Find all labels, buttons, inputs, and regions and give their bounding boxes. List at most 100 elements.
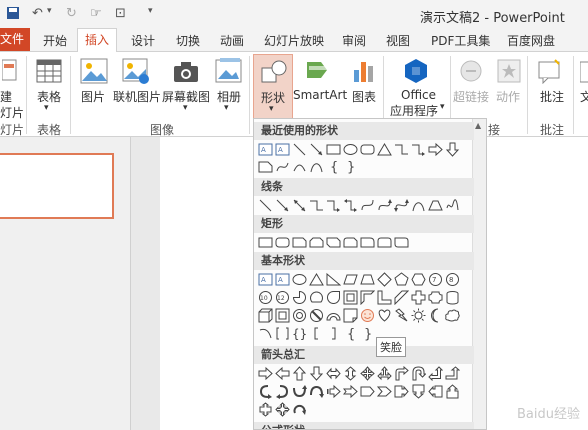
- line-shape-icon[interactable]: [292, 142, 307, 157]
- tab-design[interactable]: 设计: [131, 32, 155, 49]
- curve-shape-icon[interactable]: [411, 198, 426, 213]
- u-turn-arrow-shape-icon[interactable]: [411, 366, 427, 381]
- heart-shape-icon[interactable]: [377, 308, 392, 323]
- frame-shape-icon[interactable]: [343, 290, 358, 305]
- round-single-corner-shape-icon[interactable]: [360, 235, 375, 250]
- curved-arrow-connector-shape-icon[interactable]: [377, 198, 392, 213]
- block-arc-shape-icon[interactable]: [326, 308, 341, 323]
- new-slide-button[interactable]: 建: [0, 88, 12, 105]
- right-arrow-callout-shape-icon[interactable]: [394, 384, 409, 399]
- can-shape-icon[interactable]: [445, 290, 460, 305]
- sun-shape-icon[interactable]: [411, 308, 426, 323]
- snip-round-shape-icon[interactable]: [343, 235, 358, 250]
- elbow-arrow-shape-icon[interactable]: [326, 198, 341, 213]
- bevel-shape-icon[interactable]: [275, 308, 290, 323]
- office-apps-dropdown-icon[interactable]: ▾: [440, 102, 445, 112]
- pentagon-shape-icon[interactable]: [394, 272, 409, 287]
- right-brace-shape-icon[interactable]: }: [360, 326, 375, 342]
- diamond-shape-icon[interactable]: [377, 272, 392, 287]
- text-box-shape-icon[interactable]: A: [258, 142, 273, 157]
- striped-right-arrow-shape-icon[interactable]: [326, 384, 341, 399]
- teardrop-shape-icon[interactable]: [326, 290, 341, 305]
- tab-insert[interactable]: 插入: [77, 28, 117, 52]
- donut-shape-icon[interactable]: [292, 308, 307, 323]
- right-bracket-shape-icon[interactable]: [326, 326, 341, 341]
- pie-shape-icon[interactable]: [292, 290, 307, 305]
- undo-dropdown-icon[interactable]: ▾: [47, 6, 52, 16]
- text-button[interactable]: 文: [580, 88, 588, 105]
- snip-rect-shape-icon[interactable]: [258, 159, 273, 174]
- moon-shape-icon[interactable]: [428, 308, 443, 323]
- left-right-arrow-shape-icon[interactable]: [326, 366, 341, 381]
- picture-button[interactable]: 图片: [81, 88, 105, 105]
- plus-shape-icon[interactable]: [411, 290, 426, 305]
- right-brace-shape-icon[interactable]: }: [343, 159, 358, 175]
- left-brace-shape-icon[interactable]: {: [326, 159, 341, 175]
- tab-file[interactable]: 文件: [0, 28, 30, 51]
- hyperlink-button[interactable]: 超链接: [453, 88, 489, 105]
- up-arrow-shape-icon[interactable]: [292, 366, 307, 381]
- curved-down-arrow-shape-icon[interactable]: [309, 384, 324, 399]
- rounded-rect-shape-icon[interactable]: [360, 142, 375, 157]
- curved-connector-shape-icon[interactable]: [360, 198, 375, 213]
- curved-up-arrow-shape-icon[interactable]: [292, 384, 307, 399]
- save-icon[interactable]: [6, 6, 20, 24]
- triangle-shape-icon[interactable]: [309, 272, 324, 287]
- freeform-shape-icon[interactable]: [428, 198, 443, 213]
- folded-corner-shape-icon[interactable]: [343, 308, 358, 323]
- snip-same-side-shape-icon[interactable]: [309, 235, 324, 250]
- elbow-double-arrow-shape-icon[interactable]: [343, 198, 358, 213]
- plaque-shape-icon[interactable]: [428, 290, 443, 305]
- left-arrow-callout-shape-icon[interactable]: [428, 384, 443, 399]
- smiley-face-shape-icon[interactable]: [360, 308, 375, 323]
- curved-right-arrow-shape-icon[interactable]: [258, 384, 273, 399]
- decagon-shape-icon[interactable]: 10: [258, 290, 273, 305]
- snip-single-corner-shape-icon[interactable]: [292, 235, 307, 250]
- arc-shape-icon[interactable]: [292, 159, 307, 174]
- triangle-shape-icon[interactable]: [377, 142, 392, 157]
- chord-shape-icon[interactable]: [309, 290, 324, 305]
- scribble-shape-icon[interactable]: [445, 198, 460, 213]
- elbow-connector-shape-icon[interactable]: [309, 198, 324, 213]
- tab-review[interactable]: 审阅: [342, 32, 366, 49]
- double-arrow-line-shape-icon[interactable]: [292, 198, 307, 213]
- tab-pdf-tools[interactable]: PDF工具集: [431, 32, 490, 49]
- oval-shape-icon[interactable]: [343, 142, 358, 157]
- freeform-shape-icon[interactable]: [275, 159, 290, 174]
- scroll-up-icon[interactable]: ▲: [475, 121, 481, 130]
- customize-icon[interactable]: ⊡: [115, 6, 126, 21]
- octagon-shape-icon[interactable]: 8: [445, 272, 460, 287]
- heptagon-shape-icon[interactable]: 7: [428, 272, 443, 287]
- text-box-shape-icon[interactable]: A: [258, 272, 273, 287]
- double-bracket-shape-icon[interactable]: [275, 326, 290, 341]
- left-brace-shape-icon[interactable]: {: [343, 326, 358, 342]
- redo-icon[interactable]: ↻: [66, 6, 77, 21]
- left-bracket-shape-icon[interactable]: [309, 326, 324, 341]
- cloud-shape-icon[interactable]: [445, 308, 460, 323]
- elbow-connector-shape-icon[interactable]: [394, 142, 409, 157]
- vertical-text-box-shape-icon[interactable]: A: [275, 142, 290, 157]
- tab-view[interactable]: 视图: [386, 32, 410, 49]
- dodecagon-shape-icon[interactable]: 12: [275, 290, 290, 305]
- comment-button[interactable]: 批注: [540, 88, 564, 105]
- screenshot-dropdown-icon[interactable]: ▾: [183, 103, 188, 113]
- action-button[interactable]: 动作: [496, 88, 520, 105]
- table-button[interactable]: 表格: [37, 88, 61, 105]
- l-shape-icon[interactable]: [377, 290, 392, 305]
- curve-shape-icon[interactable]: [309, 159, 324, 174]
- online-picture-button[interactable]: 联机图片: [113, 88, 161, 105]
- office-apps-button[interactable]: Office: [401, 88, 436, 102]
- quad-arrow-shape-icon[interactable]: [360, 366, 375, 381]
- snip-diagonal-shape-icon[interactable]: [326, 235, 341, 250]
- up-arrow-callout-shape-icon[interactable]: [445, 384, 460, 399]
- tab-home[interactable]: 开始: [43, 32, 67, 49]
- parallelogram-shape-icon[interactable]: [343, 272, 358, 287]
- lightning-bolt-shape-icon[interactable]: [394, 308, 409, 323]
- double-brace-shape-icon[interactable]: {}: [292, 326, 307, 341]
- tab-slideshow[interactable]: 幻灯片放映: [264, 32, 324, 49]
- smartart-button[interactable]: SmartArt: [293, 88, 347, 102]
- tab-transitions[interactable]: 切换: [176, 32, 200, 49]
- touch-mode-icon[interactable]: ☞: [90, 6, 102, 21]
- slide-thumbnail[interactable]: [0, 153, 114, 219]
- right-arrow-shape-icon[interactable]: [258, 366, 273, 381]
